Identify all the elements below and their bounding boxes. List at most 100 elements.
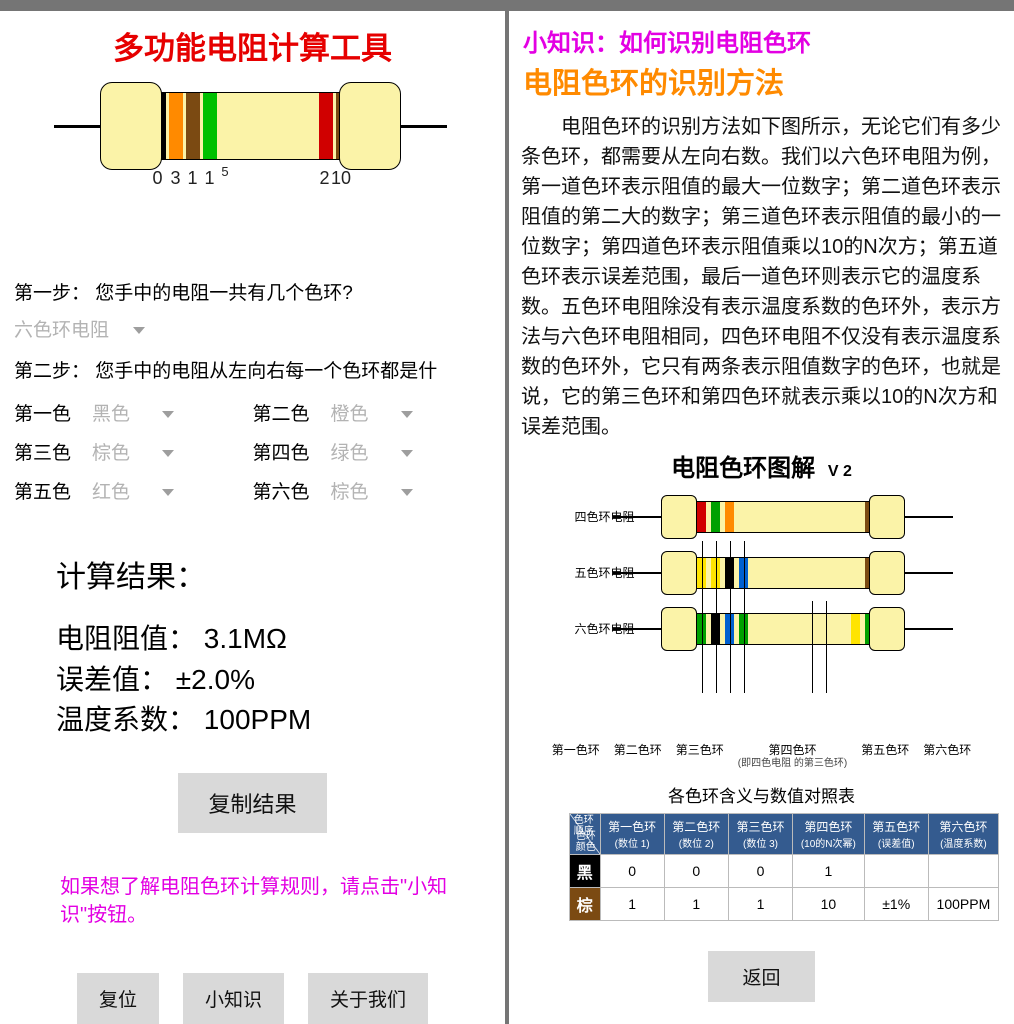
band-5 xyxy=(319,93,333,159)
tip-button[interactable]: 小知识 xyxy=(183,973,284,1024)
color-1-select[interactable]: 第一色 黑色 xyxy=(14,399,253,426)
table-row: 棕11110±1%100PPM xyxy=(570,888,999,921)
chevron-down-icon xyxy=(401,450,413,457)
color-3-label: 第三色 xyxy=(14,438,76,465)
table-header: 第一色环(数位 1) xyxy=(600,814,664,855)
tempco-value: 100PPM xyxy=(204,704,311,735)
color-5-value: 红色 xyxy=(92,477,130,504)
diagram-resistor xyxy=(643,495,923,539)
step1-question: 您手中的电阻一共有几个色环? xyxy=(95,283,353,304)
digit-exp: 5 xyxy=(218,164,232,179)
reset-button[interactable]: 复位 xyxy=(77,973,159,1024)
table-corner: 色环顺序色环颜色 xyxy=(570,814,601,855)
diagram-band xyxy=(851,614,860,644)
diagram-title: 电阻色环图解 V 2 xyxy=(509,448,1014,483)
diagram-band xyxy=(711,502,720,532)
band-labels: 0 3 1 1 5 2 10 xyxy=(148,168,353,189)
digit-4: 1 xyxy=(201,168,218,189)
copy-result-button[interactable]: 复制结果 xyxy=(178,773,326,833)
band-3 xyxy=(186,93,200,159)
diagram-band xyxy=(697,502,706,532)
table-caption: 各色环含义与数值对照表 xyxy=(509,782,1014,807)
step1-label: 第一步： xyxy=(14,283,90,304)
diagram-version: V 2 xyxy=(828,463,852,480)
table-cell: 1 xyxy=(793,855,865,888)
color-3-select[interactable]: 第三色 棕色 xyxy=(14,438,253,465)
step1-row: 第一步： 您手中的电阻一共有几个色环? xyxy=(0,274,505,309)
sub-heading: 电阻色环的识别方法 xyxy=(509,60,1014,110)
digit-3: 1 xyxy=(184,168,201,189)
color-1-label: 第一色 xyxy=(14,399,76,426)
color-selects: 第一色 黑色 第二色 橙色 第三色 棕色 第四色 绿色 xyxy=(0,393,505,510)
table-header: 第二色环(数位 2) xyxy=(664,814,728,855)
tolerance-label: 误差值： xyxy=(56,664,168,695)
page-title: 多功能电阻计算工具 xyxy=(0,23,505,68)
table-cell: 0 xyxy=(728,855,792,888)
result-block: 计算结果： 电阻阻值： 3.1MΩ 误差值： ±2.0% 温度系数： 100PP… xyxy=(56,556,505,741)
table-cell: 1 xyxy=(728,888,792,921)
ring-count-select[interactable]: 六色环电阻 xyxy=(14,315,145,342)
resistor-body xyxy=(148,92,353,160)
leader-labels: 第一色环第二色环第三色环第四色环(即四色电阻 的第三色环) 第五色环第六色环 xyxy=(509,743,1014,771)
color-6-value: 棕色 xyxy=(331,477,369,504)
result-title: 计算结果： xyxy=(56,556,505,600)
chevron-down-icon xyxy=(162,450,174,457)
table-rowhead: 黑 xyxy=(570,855,601,888)
leader-lines xyxy=(582,657,942,697)
color-6-select[interactable]: 第六色 棕色 xyxy=(253,477,492,504)
resistance-value: 3.1MΩ xyxy=(204,623,287,654)
band-4 xyxy=(203,93,217,159)
tempco-label: 温度系数： xyxy=(56,704,196,735)
leader-label: 第五色环 xyxy=(861,743,909,771)
tolerance-value: ±2.0% xyxy=(176,664,255,695)
table-cell xyxy=(928,855,998,888)
digit-2: 3 xyxy=(167,168,184,189)
leader-label: 第六色环 xyxy=(923,743,971,771)
diagram-resistors: 四色环电阻 五色环电阻 六色环电阻 xyxy=(567,495,957,697)
color-4-label: 第四色 xyxy=(253,438,315,465)
calculator-pane: 多功能电阻计算工具 0 3 1 1 5 2 xyxy=(0,11,505,1024)
chevron-down-icon xyxy=(401,489,413,496)
digit-6: 10 xyxy=(329,168,353,189)
leader-label: 第四色环(即四色电阻 的第三色环) xyxy=(738,743,847,771)
leader-label: 第三色环 xyxy=(676,743,724,771)
table-cell: 100PPM xyxy=(928,888,998,921)
tip-hint: 如果想了解电阻色环计算规则，请点击"小知识"按钮。 xyxy=(60,873,491,929)
color-4-value: 绿色 xyxy=(331,438,369,465)
back-button[interactable]: 返回 xyxy=(708,951,814,1002)
table-cell: 1 xyxy=(664,888,728,921)
color-6-label: 第六色 xyxy=(253,477,315,504)
knowledge-pane: 小知识：如何识别电阻色环 电阻色环的识别方法 电阻色环的识别方法如下图所示，无论… xyxy=(509,11,1014,1024)
table-header: 第六色环(温度系数) xyxy=(928,814,998,855)
color-5-select[interactable]: 第五色 红色 xyxy=(14,477,253,504)
about-button[interactable]: 关于我们 xyxy=(308,973,428,1024)
diagram-resistor-row: 五色环电阻 xyxy=(567,551,957,595)
leader-label: 第一色环 xyxy=(552,743,600,771)
table-cell: 0 xyxy=(600,855,664,888)
table-header: 第三色环(数位 3) xyxy=(728,814,792,855)
diagram-resistor-row: 四色环电阻 xyxy=(567,495,957,539)
diagram-resistor xyxy=(643,607,923,651)
explanation-text: 电阻色环的识别方法如下图所示，无论它们有多少条色环，都需要从左向右数。我们以六色… xyxy=(509,110,1014,442)
step2-label: 第二步： xyxy=(14,361,90,382)
color-2-select[interactable]: 第二色 橙色 xyxy=(253,399,492,426)
diagram-band xyxy=(725,502,734,532)
resistor-preview: 0 3 1 1 5 2 10 xyxy=(0,80,505,210)
color-3-value: 棕色 xyxy=(92,438,130,465)
lead-right xyxy=(397,125,447,128)
status-bar xyxy=(0,0,1014,11)
endcap-right xyxy=(339,82,401,170)
chevron-down-icon xyxy=(133,327,145,334)
table-cell: ±1% xyxy=(864,888,928,921)
color-1-value: 黑色 xyxy=(92,399,130,426)
lead-left xyxy=(54,125,104,128)
diagram-resistor-row: 六色环电阻 xyxy=(567,607,957,651)
table-header: 第五色环(误差值) xyxy=(864,814,928,855)
color-4-select[interactable]: 第四色 绿色 xyxy=(253,438,492,465)
color-2-value: 橙色 xyxy=(331,399,369,426)
table-cell: 0 xyxy=(664,855,728,888)
leader-label: 第二色环 xyxy=(614,743,662,771)
table-cell xyxy=(864,855,928,888)
digit-1: 0 xyxy=(148,168,167,189)
chevron-down-icon xyxy=(162,411,174,418)
